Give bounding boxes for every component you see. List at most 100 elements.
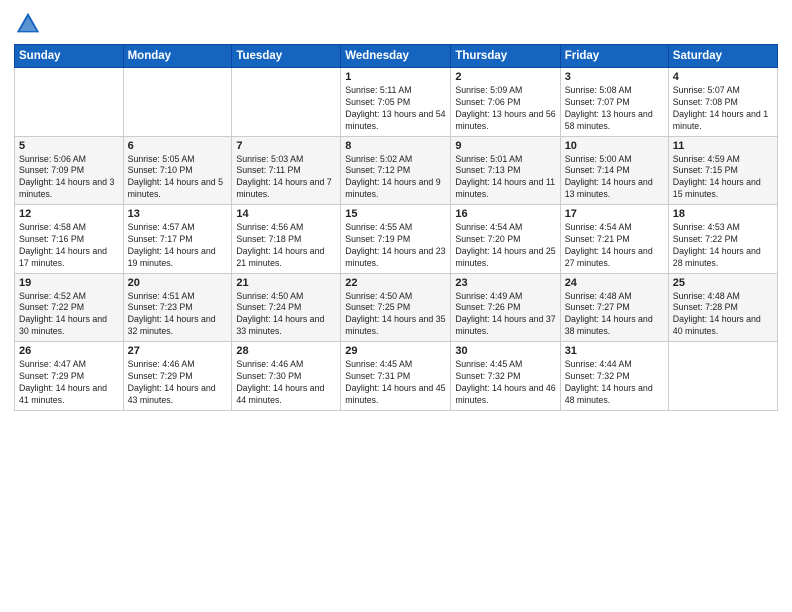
day-cell: 30Sunrise: 4:45 AMSunset: 7:32 PMDayligh… <box>451 342 560 411</box>
day-cell: 22 Sunrise: 4:50 AMSunset: 7:25 PMDayligh… <box>341 273 451 342</box>
day-number: 24 <box>565 277 664 289</box>
day-number: 12 <box>19 208 119 220</box>
day-number: 8 <box>345 140 446 152</box>
day-info: Sunrise: 5:06 AMSunset: 7:09 PMDaylight:… <box>19 154 119 202</box>
day-number: 23 <box>455 277 555 289</box>
day-cell: 12Sunrise: 4:58 AMSunset: 7:16 PMDayligh… <box>15 205 124 274</box>
day-number: 25 <box>673 277 773 289</box>
day-info: Sunrise: 4:47 AMSunset: 7:29 PMDaylight:… <box>19 359 119 407</box>
day-info: Sunrise: 4:49 AMSunset: 7:26 PMDaylight:… <box>455 291 555 339</box>
day-info: Sunrise: 4:54 AMSunset: 7:21 PMDaylight:… <box>565 222 664 270</box>
day-cell: 10 Sunrise: 5:00 AMSunset: 7:14 PMDayligh… <box>560 136 668 205</box>
weekday-header-sunday: Sunday <box>15 45 124 68</box>
day-number: 15 <box>345 208 446 220</box>
day-info: Sunrise: 4:51 AMSunset: 7:23 PMDaylight:… <box>128 291 228 339</box>
day-info: Sunrise: 5:09 AMSunset: 7:06 PMDaylight:… <box>455 85 555 133</box>
week-row-2: 5 Sunrise: 5:06 AMSunset: 7:09 PMDaylight… <box>15 136 778 205</box>
day-number: 17 <box>565 208 664 220</box>
day-info: Sunrise: 4:59 AMSunset: 7:15 PMDaylight:… <box>673 154 773 202</box>
day-number: 28 <box>236 345 336 357</box>
day-cell: 29Sunrise: 4:45 AMSunset: 7:31 PMDayligh… <box>341 342 451 411</box>
day-cell: 14 Sunrise: 4:56 AMSunset: 7:18 PMDayligh… <box>232 205 341 274</box>
day-info: Sunrise: 4:48 AMSunset: 7:28 PMDaylight:… <box>673 291 773 339</box>
day-number: 22 <box>345 277 446 289</box>
day-info: Sunrise: 4:56 AMSunset: 7:18 PMDaylight:… <box>236 222 336 270</box>
day-info: Sunrise: 4:48 AMSunset: 7:27 PMDaylight:… <box>565 291 664 339</box>
day-info: Sunrise: 4:46 AMSunset: 7:29 PMDaylight:… <box>128 359 228 407</box>
day-cell: 1 Sunrise: 5:11 AMSunset: 7:05 PMDaylight… <box>341 68 451 137</box>
week-row-1: 1 Sunrise: 5:11 AMSunset: 7:05 PMDaylight… <box>15 68 778 137</box>
day-info: Sunrise: 5:08 AMSunset: 7:07 PMDaylight:… <box>565 85 664 133</box>
weekday-header-saturday: Saturday <box>668 45 777 68</box>
day-info: Sunrise: 5:01 AMSunset: 7:13 PMDaylight:… <box>455 154 555 202</box>
day-cell: 5 Sunrise: 5:06 AMSunset: 7:09 PMDaylight… <box>15 136 124 205</box>
logo-icon <box>14 10 42 38</box>
day-cell: 27 Sunrise: 4:46 AMSunset: 7:29 PMDayligh… <box>123 342 232 411</box>
week-row-4: 19 Sunrise: 4:52 AMSunset: 7:22 PMDayligh… <box>15 273 778 342</box>
day-cell: 21Sunrise: 4:50 AMSunset: 7:24 PMDayligh… <box>232 273 341 342</box>
day-info: Sunrise: 5:11 AMSunset: 7:05 PMDaylight:… <box>345 85 446 133</box>
header <box>14 10 778 38</box>
day-cell: 15 Sunrise: 4:55 AMSunset: 7:19 PMDayligh… <box>341 205 451 274</box>
day-cell: 11 Sunrise: 4:59 AMSunset: 7:15 PMDayligh… <box>668 136 777 205</box>
day-info: Sunrise: 5:03 AMSunset: 7:11 PMDaylight:… <box>236 154 336 202</box>
day-cell: 8 Sunrise: 5:02 AMSunset: 7:12 PMDaylight… <box>341 136 451 205</box>
day-info: Sunrise: 5:07 AMSunset: 7:08 PMDaylight:… <box>673 85 773 133</box>
day-cell <box>232 68 341 137</box>
day-cell: 6 Sunrise: 5:05 AMSunset: 7:10 PMDaylight… <box>123 136 232 205</box>
weekday-header-thursday: Thursday <box>451 45 560 68</box>
weekday-header-row: SundayMondayTuesdayWednesdayThursdayFrid… <box>15 45 778 68</box>
day-info: Sunrise: 5:02 AMSunset: 7:12 PMDaylight:… <box>345 154 446 202</box>
day-cell: 28 Sunrise: 4:46 AMSunset: 7:30 PMDayligh… <box>232 342 341 411</box>
day-number: 26 <box>19 345 119 357</box>
day-number: 14 <box>236 208 336 220</box>
week-row-3: 12Sunrise: 4:58 AMSunset: 7:16 PMDayligh… <box>15 205 778 274</box>
day-info: Sunrise: 4:45 AMSunset: 7:31 PMDaylight:… <box>345 359 446 407</box>
day-cell: 25 Sunrise: 4:48 AMSunset: 7:28 PMDayligh… <box>668 273 777 342</box>
day-cell: 9Sunrise: 5:01 AMSunset: 7:13 PMDaylight… <box>451 136 560 205</box>
day-info: Sunrise: 4:52 AMSunset: 7:22 PMDaylight:… <box>19 291 119 339</box>
day-info: Sunrise: 5:00 AMSunset: 7:14 PMDaylight:… <box>565 154 664 202</box>
day-cell: 18Sunrise: 4:53 AMSunset: 7:22 PMDayligh… <box>668 205 777 274</box>
day-number: 13 <box>128 208 228 220</box>
day-number: 30 <box>455 345 555 357</box>
day-info: Sunrise: 4:50 AMSunset: 7:24 PMDaylight:… <box>236 291 336 339</box>
day-cell: 16Sunrise: 4:54 AMSunset: 7:20 PMDayligh… <box>451 205 560 274</box>
day-cell: 19 Sunrise: 4:52 AMSunset: 7:22 PMDayligh… <box>15 273 124 342</box>
day-number: 20 <box>128 277 228 289</box>
day-number: 10 <box>565 140 664 152</box>
day-cell <box>123 68 232 137</box>
day-info: Sunrise: 4:57 AMSunset: 7:17 PMDaylight:… <box>128 222 228 270</box>
day-cell: 20 Sunrise: 4:51 AMSunset: 7:23 PMDayligh… <box>123 273 232 342</box>
weekday-header-monday: Monday <box>123 45 232 68</box>
day-cell: 17 Sunrise: 4:54 AMSunset: 7:21 PMDayligh… <box>560 205 668 274</box>
day-number: 6 <box>128 140 228 152</box>
day-cell: 2 Sunrise: 5:09 AMSunset: 7:06 PMDaylight… <box>451 68 560 137</box>
logo <box>14 10 46 38</box>
day-info: Sunrise: 5:05 AMSunset: 7:10 PMDaylight:… <box>128 154 228 202</box>
day-number: 19 <box>19 277 119 289</box>
weekday-header-wednesday: Wednesday <box>341 45 451 68</box>
day-number: 11 <box>673 140 773 152</box>
day-cell: 13 Sunrise: 4:57 AMSunset: 7:17 PMDayligh… <box>123 205 232 274</box>
day-number: 27 <box>128 345 228 357</box>
day-info: Sunrise: 4:44 AMSunset: 7:32 PMDaylight:… <box>565 359 664 407</box>
day-cell: 24 Sunrise: 4:48 AMSunset: 7:27 PMDayligh… <box>560 273 668 342</box>
day-info: Sunrise: 4:53 AMSunset: 7:22 PMDaylight:… <box>673 222 773 270</box>
day-number: 2 <box>455 71 555 83</box>
day-number: 3 <box>565 71 664 83</box>
day-number: 31 <box>565 345 664 357</box>
week-row-5: 26 Sunrise: 4:47 AMSunset: 7:29 PMDayligh… <box>15 342 778 411</box>
day-cell: 31 Sunrise: 4:44 AMSunset: 7:32 PMDayligh… <box>560 342 668 411</box>
day-info: Sunrise: 4:50 AMSunset: 7:25 PMDaylight:… <box>345 291 446 339</box>
day-info: Sunrise: 4:46 AMSunset: 7:30 PMDaylight:… <box>236 359 336 407</box>
day-cell: 26 Sunrise: 4:47 AMSunset: 7:29 PMDayligh… <box>15 342 124 411</box>
day-cell: 3 Sunrise: 5:08 AMSunset: 7:07 PMDaylight… <box>560 68 668 137</box>
day-info: Sunrise: 4:55 AMSunset: 7:19 PMDaylight:… <box>345 222 446 270</box>
calendar-table: SundayMondayTuesdayWednesdayThursdayFrid… <box>14 44 778 411</box>
day-cell <box>15 68 124 137</box>
day-number: 4 <box>673 71 773 83</box>
day-number: 1 <box>345 71 446 83</box>
day-number: 5 <box>19 140 119 152</box>
day-number: 16 <box>455 208 555 220</box>
